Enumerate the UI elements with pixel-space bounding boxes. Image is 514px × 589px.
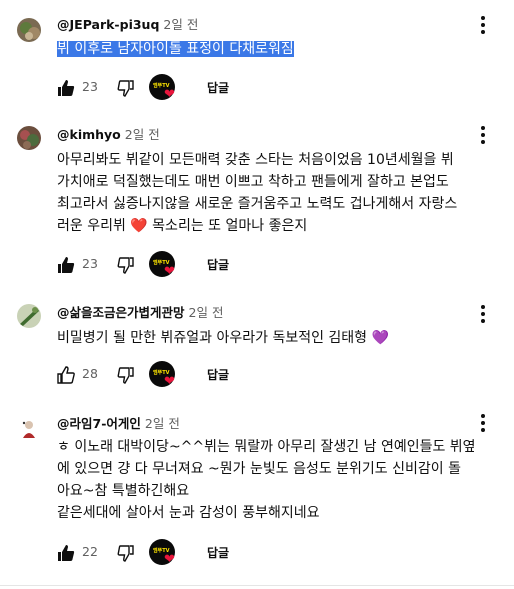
comment-actions: 28 엠뚜TV ❤ 답글 bbox=[57, 361, 357, 389]
comment-author[interactable]: @JEPark-pi3uq bbox=[57, 17, 159, 32]
comment-time[interactable]: 2일 전 bbox=[189, 305, 224, 320]
comment-time[interactable]: 2일 전 bbox=[125, 127, 160, 142]
dislike-icon[interactable] bbox=[117, 544, 135, 562]
reply-button[interactable]: 답글 bbox=[207, 79, 229, 96]
more-actions-icon[interactable] bbox=[478, 16, 488, 34]
comment-line: ㅎ 이노래 대박이당~^^뷔는 뭐랄까 아무리 잘생긴 남 연예인들도 뷔옆 bbox=[57, 439, 476, 455]
avatar[interactable] bbox=[17, 18, 41, 42]
comment-text: 뷔 이후로 남자아이돌 표정이 다채로워짐 bbox=[57, 38, 497, 60]
comment-header: @kimhyo 2일 전 bbox=[57, 127, 160, 143]
comment-text: 비밀병기 될 만한 뷔쥬얼과 아우라가 독보적인 김태형 💜 bbox=[57, 327, 497, 349]
comment-actions: 23 엠뚜TV ❤ 답글 bbox=[57, 251, 357, 279]
like-icon[interactable] bbox=[57, 544, 75, 562]
reply-button[interactable]: 답글 bbox=[207, 366, 229, 383]
more-actions-icon[interactable] bbox=[478, 126, 488, 144]
creator-heart-badge: 엠뚜TV ❤ bbox=[149, 361, 177, 389]
like-icon[interactable] bbox=[57, 256, 75, 274]
comment-text: ㅎ 이노래 대박이당~^^뷔는 뭐랄까 아무리 잘생긴 남 연예인들도 뷔옆 에… bbox=[57, 436, 497, 524]
reply-button[interactable]: 답글 bbox=[207, 544, 229, 561]
dislike-icon[interactable] bbox=[117, 256, 135, 274]
like-icon[interactable] bbox=[57, 79, 75, 97]
dislike-icon[interactable] bbox=[117, 366, 135, 384]
comment-line: 비밀병기 될 만한 뷔쥬얼과 아우라가 독보적인 김태형 💜 bbox=[57, 330, 389, 346]
like-icon[interactable] bbox=[57, 366, 75, 384]
avatar[interactable] bbox=[17, 304, 41, 328]
like-count: 28 bbox=[82, 366, 98, 381]
creator-heart-badge: 엠뚜TV ❤ bbox=[149, 251, 177, 279]
comment-line: 에 있으면 걍 다 무너져요 ~뭔가 눈빛도 음성도 분위기도 신비감이 돌 bbox=[57, 461, 461, 477]
creator-heart-badge: 엠뚜TV ❤ bbox=[149, 539, 177, 567]
heart-icon: ❤ bbox=[164, 552, 175, 567]
dislike-icon[interactable] bbox=[117, 79, 135, 97]
divider bbox=[0, 585, 514, 586]
avatar[interactable] bbox=[17, 126, 41, 150]
more-actions-icon[interactable] bbox=[478, 305, 488, 323]
comment-actions: 23 엠뚜TV ❤ 답글 bbox=[57, 74, 357, 102]
comment-line: 같은세대에 살아서 눈과 감성이 풍부해지네요 bbox=[57, 505, 320, 521]
comment-line: 러운 우리뷔 ❤️ 목소리는 또 얼마나 좋은지 bbox=[57, 218, 308, 234]
comment-time[interactable]: 2일 전 bbox=[145, 416, 180, 431]
comment-line: 가치애로 덕질했는데도 매번 이쁘고 착하고 팬들에게 잘하고 본업도 bbox=[57, 174, 449, 190]
heart-icon: ❤ bbox=[164, 374, 175, 389]
creator-heart-badge: 엠뚜TV ❤ bbox=[149, 74, 177, 102]
comment-author[interactable]: @라임7-어게인 bbox=[57, 416, 141, 431]
comment-text-selected: 뷔 이후로 남자아이돌 표정이 다채로워짐 bbox=[57, 41, 294, 57]
comment-author[interactable]: @kimhyo bbox=[57, 127, 121, 142]
comment-header: @삶을조금은가볍게관망 2일 전 bbox=[57, 305, 223, 321]
heart-icon: ❤ bbox=[164, 87, 175, 102]
reply-button[interactable]: 답글 bbox=[207, 256, 229, 273]
comment-actions: 22 엠뚜TV ❤ 답글 bbox=[57, 539, 357, 567]
comment-header: @라임7-어게인 2일 전 bbox=[57, 416, 180, 432]
comment-line: 아무리봐도 뷔같이 모든매력 갖춘 스타는 처음이었음 10년세월을 뷔 bbox=[57, 152, 454, 168]
like-count: 23 bbox=[82, 79, 98, 94]
more-actions-icon[interactable] bbox=[478, 414, 488, 432]
comment-time[interactable]: 2일 전 bbox=[163, 17, 198, 32]
comment-author[interactable]: @삶을조금은가볍게관망 bbox=[57, 305, 185, 320]
like-count: 23 bbox=[82, 256, 98, 271]
comment-line: 아요~참 특별하긴해요 bbox=[57, 483, 190, 499]
heart-icon: ❤ bbox=[164, 264, 175, 279]
comment-text: 아무리봐도 뷔같이 모든매력 갖춘 스타는 처음이었음 10년세월을 뷔 가치애… bbox=[57, 149, 497, 237]
comment-line: 최고라서 싫증나지않을 새로운 즐거움주고 노력도 겁나게해서 자랑스 bbox=[57, 196, 458, 212]
avatar[interactable] bbox=[17, 416, 41, 440]
comment-header: @JEPark-pi3uq 2일 전 bbox=[57, 17, 198, 33]
like-count: 22 bbox=[82, 544, 98, 559]
